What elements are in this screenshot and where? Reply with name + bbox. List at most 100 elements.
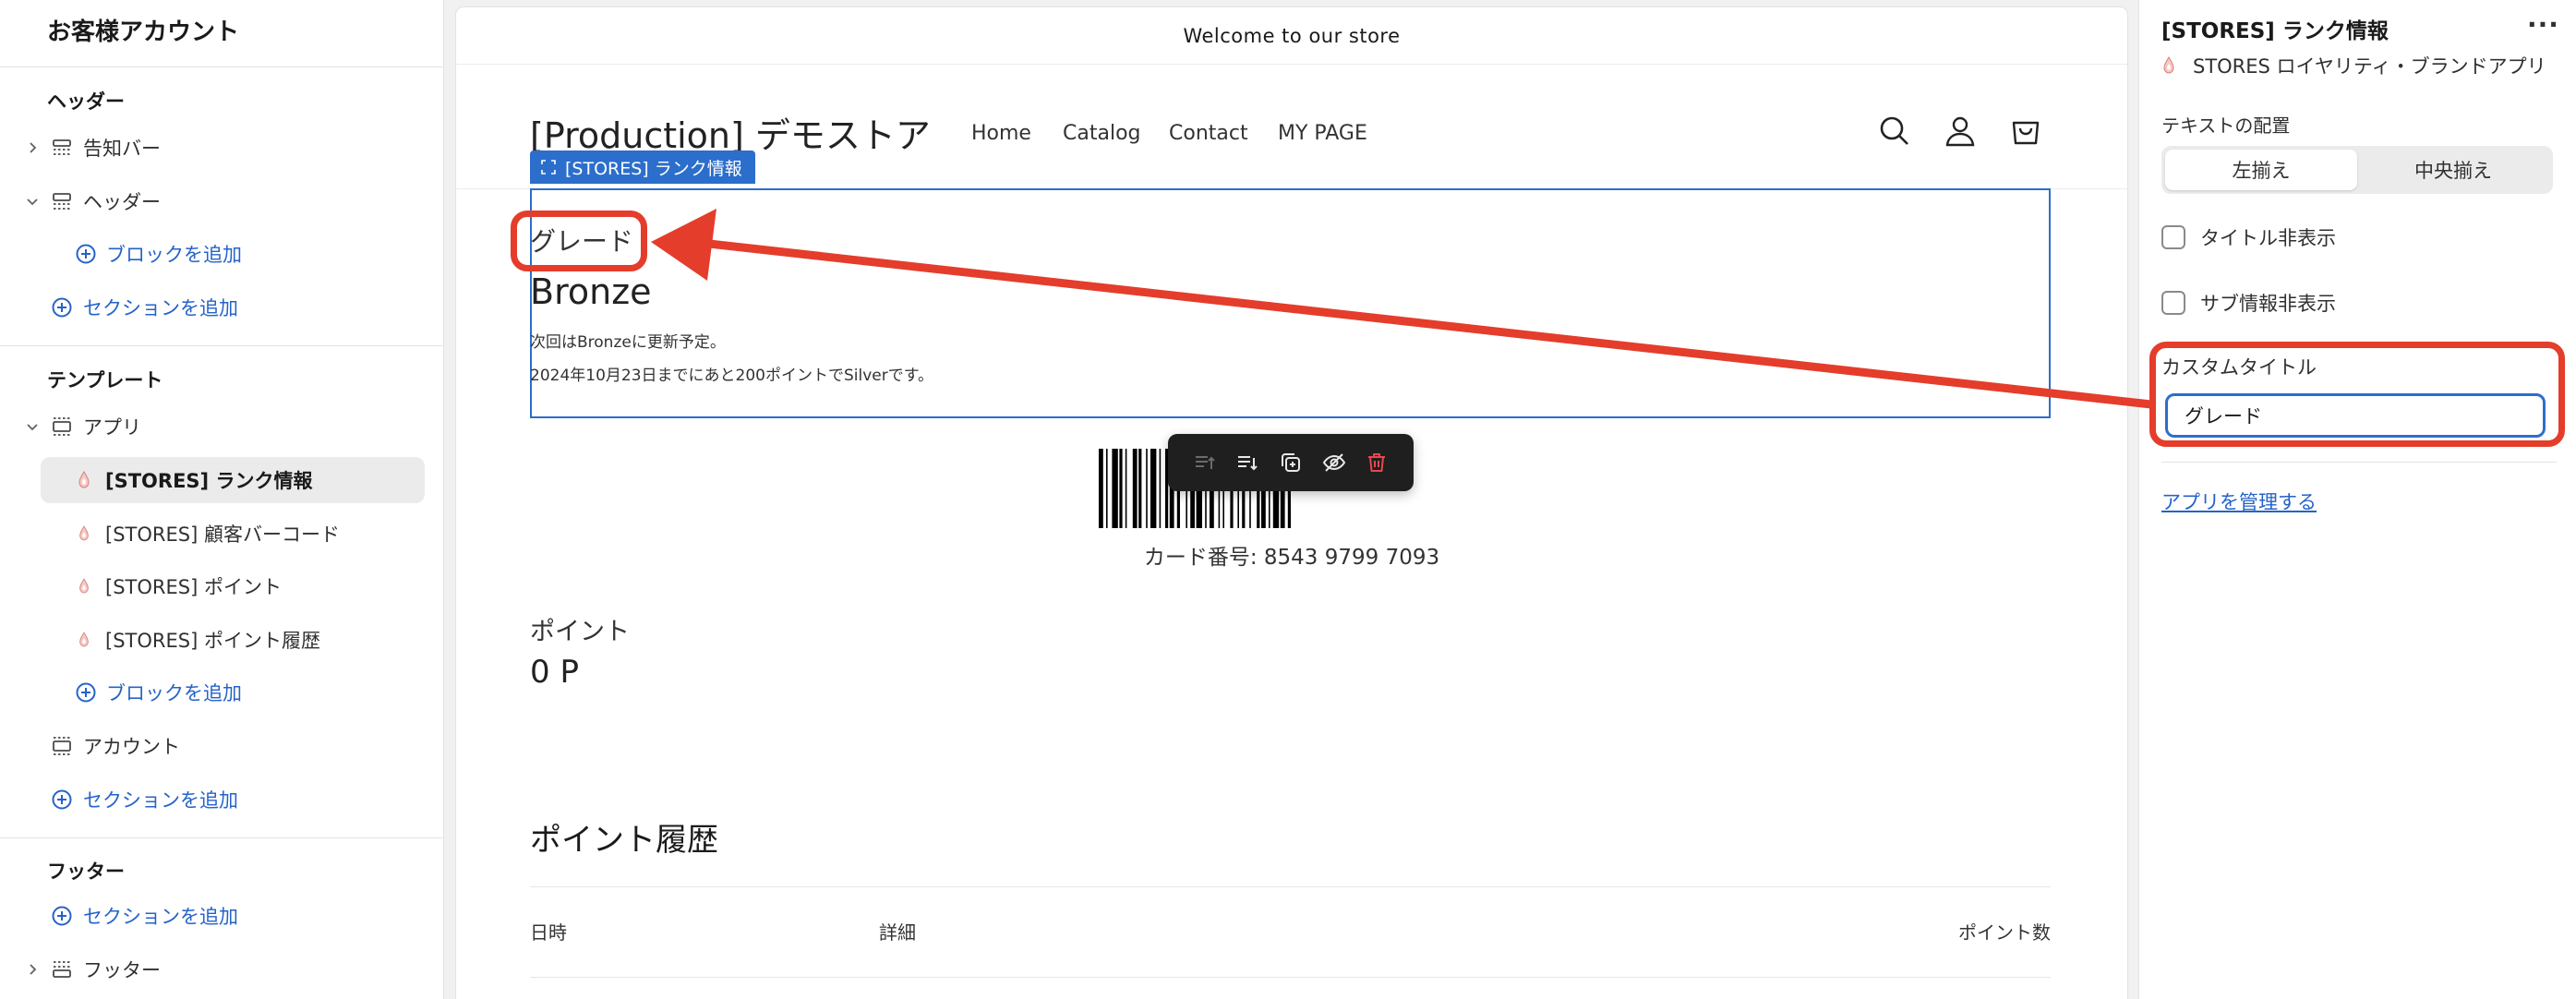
chevron-down-icon[interactable] — [22, 416, 42, 437]
header-icon — [50, 189, 74, 213]
plus-circle-icon — [50, 295, 74, 319]
sidebar-item-label: [STORES] ランク情報 — [105, 470, 313, 492]
chevron-right-icon[interactable] — [22, 138, 42, 158]
stores-app-icon — [72, 574, 96, 598]
sidebar-item-header[interactable]: ヘッダー — [0, 178, 443, 224]
hide-title-checkbox-row[interactable]: タイトル非表示 — [2161, 223, 2336, 251]
add-block-label: ブロックを追加 — [106, 682, 242, 704]
add-section-button[interactable]: セクションを追加 — [0, 776, 443, 823]
barcode-bar — [1112, 449, 1118, 528]
nav-home[interactable]: Home — [971, 122, 1031, 145]
sidebar-item-label: アカウント — [83, 736, 180, 758]
sidebar-item-footer[interactable]: フッター — [0, 946, 443, 993]
rank-note: 2024年10月23日までにあと200ポイントでSilverです。 — [530, 367, 934, 385]
text-alignment-toggle: 左揃え 中央揃え — [2161, 146, 2553, 194]
nav-my-page[interactable]: MY PAGE — [1278, 122, 1367, 145]
plus-circle-icon — [50, 904, 74, 928]
sidebar-item-point-history[interactable]: [STORES] ポイント履歴 — [0, 617, 443, 663]
hide-sub-info-checkbox-row[interactable]: サブ情報非表示 — [2161, 289, 2336, 317]
sidebar-item-label: 告知バー — [83, 138, 161, 160]
selected-block-tag[interactable]: [STORES] ランク情報 — [530, 150, 755, 184]
points-label: ポイント — [530, 618, 630, 646]
grade-value: Bronze — [530, 271, 652, 312]
hide-icon[interactable] — [1320, 449, 1348, 476]
select-frame-icon — [541, 160, 556, 175]
barcode-bar — [1138, 449, 1142, 528]
footer-icon — [50, 957, 74, 981]
move-down-icon[interactable] — [1234, 449, 1261, 476]
hide-title-checkbox[interactable] — [2161, 225, 2185, 249]
announcement-bar[interactable]: Welcome to our store — [456, 7, 2127, 65]
delete-icon[interactable] — [1363, 449, 1390, 476]
search-icon[interactable] — [1876, 113, 1913, 150]
points-value: 0 P — [530, 654, 579, 691]
chevron-right-icon[interactable] — [22, 959, 42, 980]
add-block-button[interactable]: ブロックを追加 — [0, 231, 443, 277]
announcement-bar-icon — [50, 136, 74, 160]
block-toolbar — [1168, 434, 1414, 491]
sidebar-item-label: アプリ — [83, 416, 141, 439]
barcode-bar — [1099, 449, 1103, 528]
hide-sub-info-checkbox[interactable] — [2161, 291, 2185, 315]
add-section-label: セクションを追加 — [83, 789, 238, 812]
sidebar-item-account[interactable]: アカウント — [0, 723, 443, 769]
sidebar-item-label: ヘッダー — [83, 191, 161, 213]
chevron-down-icon[interactable] — [22, 191, 42, 211]
nav-catalog[interactable]: Catalog — [1063, 122, 1141, 145]
duplicate-icon[interactable] — [1277, 449, 1305, 476]
align-center-option[interactable]: 中央揃え — [2357, 150, 2549, 190]
stores-app-icon — [72, 628, 96, 652]
stores-app-icon — [72, 468, 96, 492]
card-number: カード番号: 8543 9799 7093 — [1143, 546, 1440, 570]
section-heading-header: ヘッダー — [47, 90, 125, 113]
point-history-title: ポイント履歴 — [530, 822, 718, 859]
section-heading-template: テンプレート — [47, 369, 163, 391]
more-options-button[interactable]: ··· — [2527, 9, 2559, 40]
account-icon[interactable] — [1942, 113, 1979, 150]
sidebar-item-rank-info[interactable]: [STORES] ランク情報 — [41, 457, 425, 503]
add-section-button[interactable]: セクションを追加 — [0, 893, 443, 939]
divider — [0, 837, 443, 838]
plus-circle-icon — [74, 680, 98, 704]
barcode-bar — [1125, 449, 1127, 528]
block-tag-label: [STORES] ランク情報 — [565, 158, 742, 179]
stores-app-icon — [72, 522, 96, 546]
barcode-bar — [1119, 449, 1123, 528]
sidebar-item-customer-barcode[interactable]: [STORES] 顧客バーコード — [0, 511, 443, 557]
sidebar-item-label: [STORES] 顧客バーコード — [105, 524, 340, 546]
app-source: STORES ロイヤリティ・ブランドアプリ — [2161, 52, 2546, 79]
app-name: STORES ロイヤリティ・ブランドアプリ — [2193, 55, 2546, 78]
nav-contact[interactable]: Contact — [1169, 122, 1248, 145]
add-section-label: セクションを追加 — [83, 906, 238, 928]
sidebar-item-label: [STORES] ポイント履歴 — [105, 630, 320, 652]
annotation-highlight-custom-title — [2149, 342, 2565, 447]
block-settings-panel: [STORES] ランク情報 ··· STORES ロイヤリティ・ブランドアプリ… — [2138, 0, 2576, 999]
hide-title-label: タイトル非表示 — [2200, 227, 2336, 249]
table-header-datetime: 日時 — [530, 921, 567, 944]
align-left-option[interactable]: 左揃え — [2165, 150, 2357, 190]
cart-icon[interactable] — [2007, 113, 2044, 150]
divider — [530, 886, 2051, 887]
plus-circle-icon — [50, 788, 74, 812]
barcode-bar — [1150, 449, 1157, 528]
table-header-details: 詳細 — [879, 921, 916, 944]
store-preview: Welcome to our store [Production] デモストア … — [456, 7, 2127, 999]
sidebar-item-app[interactable]: アプリ — [0, 403, 443, 450]
add-block-label: ブロックを追加 — [106, 244, 242, 266]
sidebar-item-announcement-bar[interactable]: 告知バー — [0, 125, 443, 171]
divider — [2161, 462, 2557, 463]
add-block-button[interactable]: ブロックを追加 — [0, 669, 443, 716]
divider — [530, 977, 2051, 978]
page-title: お客様アカウント — [47, 18, 240, 46]
section-heading-footer: フッター — [47, 861, 125, 883]
text-alignment-label: テキストの配置 — [2161, 114, 2291, 137]
move-up-icon[interactable] — [1191, 449, 1219, 476]
section-icon — [50, 415, 74, 439]
barcode-bar — [1159, 449, 1162, 528]
add-section-button[interactable]: セクションを追加 — [0, 284, 443, 331]
manage-app-link[interactable]: アプリを管理する — [2161, 487, 2317, 515]
stores-app-icon — [2163, 56, 2174, 74]
table-header-points: ポイント数 — [1958, 921, 2051, 944]
add-section-label: セクションを追加 — [83, 297, 238, 319]
sidebar-item-points[interactable]: [STORES] ポイント — [0, 563, 443, 609]
